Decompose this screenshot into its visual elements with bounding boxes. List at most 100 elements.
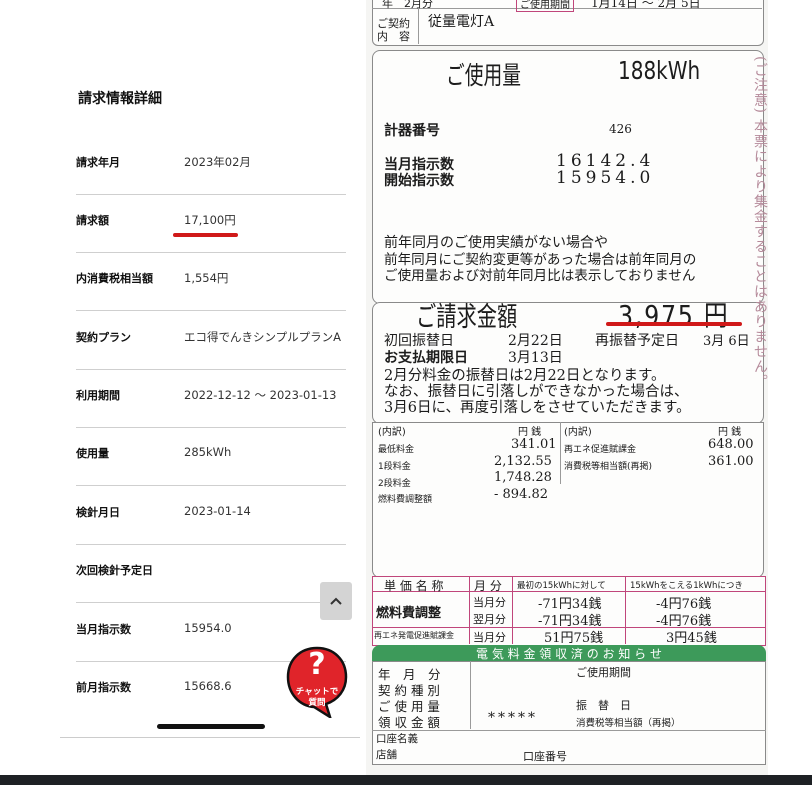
row-value: 1,554円 [184,271,229,285]
chat-question-button[interactable]: ? チャットで 質問 [286,646,348,720]
row-label: 請求額 [76,214,109,227]
divider [560,422,561,484]
row-label: 検針月日 [76,506,120,519]
row-consumption-tax: 内消費税相当額 1,554円 [76,252,346,311]
receipt-stars: ***** [488,710,538,726]
red-underline-mark [173,233,238,237]
breakdown-item-value: 648.00 [708,437,754,452]
breakdown-item-label: 燃料費調整額 [378,495,433,505]
breakdown-item-label: 消費税等相当額(再掲) [564,462,653,472]
row-value: 15954.0 [184,621,232,635]
row-meter-date: 検針月日 2023-01-14 [76,486,346,545]
row-value: エコ得でんきシンプルプランA [184,330,342,344]
row-value: 15668.6 [184,679,232,693]
breakdown-item-value: 341.01 [511,437,557,452]
account-number-label: 口座番号 [523,750,567,763]
fuel-month-next: 翌月分 [473,613,506,626]
receipt-banner-text: 電 気 料 金 領 収 済 の お 知 ら せ [476,647,662,661]
contract-label-2: 内 容 [377,30,410,43]
row-next-meter-date: 次回検針予定日 [76,544,346,603]
divider [372,730,766,731]
next-transfer-label: 再振替予定日 [595,333,679,349]
chat-question-mark: ? [308,647,326,682]
notice-line-3: 3月6日に、再度引落しをさせていただきます。 [384,400,691,416]
breakdown-item-label: 最低料金 [378,445,415,455]
billing-detail-screen: 請求情報詳細 請求年月 2023年02月 請求額 17,100円 内消費税相当額… [0,0,365,775]
divider [625,576,626,644]
receipt-transfer-label: 振 替 日 [576,699,631,712]
breakdown-label-right: (内訳) [564,427,592,438]
red-underline-mark [606,322,742,326]
renew-first: 51円75銭 [544,631,604,646]
divider [60,737,360,738]
fuel-month-current: 当月分 [473,596,506,609]
header-month: 年 2月分 [382,0,433,10]
divider [470,661,471,729]
yen-header-left: 円 銭 [518,427,542,438]
row-value: 17,100円 [184,213,236,227]
row-label: 当月指示数 [76,623,131,636]
row-value: 2023-01-14 [184,504,251,518]
usage-value: 188kWh [618,56,701,85]
receipt-tax-label: 消費税等相当額（再掲） [576,718,681,729]
breakdown-item-value: - 894.82 [494,487,549,502]
row-usage-period: 利用期間 2022-12-12 ～ 2023-01-13 [76,369,346,428]
side-caution-note: (ご注意) 本票により集金することはありません。 [752,56,768,390]
unit-header-first: 最初の15kWhに対して [517,581,606,591]
next-transfer-value: 3月 6日 [703,334,750,349]
breakdown-item-value: 2,132.55 [494,454,552,469]
breakdown-label: (内訳) [378,427,406,438]
renew-over: 3円45銭 [666,631,717,646]
meter-no-value: 426 [609,122,632,136]
breakdown-item-value: 361.00 [708,454,754,469]
meter-no-label: 計器番号 [384,123,440,139]
billing-label: ご請求金額 [416,302,518,333]
row-value: 2023年02月 [184,155,251,169]
billing-value: 3,975 円 [618,299,730,332]
yen-header-right: 円 銭 [718,427,742,438]
receipt-period-label: ご使用期間 [576,666,631,679]
chevron-up-icon [330,597,342,605]
paper-bill-scan: 年 2月分 ご使用期間 1月14日 ～ 2月 5日 ご契約 内 容 従量電灯A … [366,0,768,775]
usage-label: ご使用量 [446,61,522,90]
unit-header-name: 単 価 名 称 [384,579,444,593]
start-reading-label: 開始指示数 [384,173,454,189]
note-line-3: ご使用量および対前年同月比は表示しておりません [384,268,696,284]
breakdown-item-value: 1,748.28 [494,470,552,485]
fuel-adjust-label: 燃料費調整 [376,606,442,621]
scroll-to-top-button[interactable] [320,582,352,620]
header-period-value: 1月14日 ～ 2月 5日 [591,0,701,10]
row-billing-month: 請求年月 2023年02月 [76,136,346,195]
divider [512,576,513,644]
branch-label: 店舗 [376,749,397,761]
section-title: 請求情報詳細 [78,91,162,107]
row-label: 次回検針予定日 [76,564,153,577]
divider [418,8,419,44]
row-label: 契約プラン [76,331,131,344]
contract-value: 従量電灯A [428,14,495,30]
unit-header-over: 15kWhをこえる1kWhにつき [630,581,743,591]
receipt-row-label: 領 収 金 額 [378,715,440,730]
row-value: 2022-12-12 ～ 2023-01-13 [184,388,337,402]
divider [469,576,470,644]
row-value: 285kWh [184,445,232,459]
home-indicator [157,724,265,729]
bottom-dark-bar [0,775,812,785]
header-period-label: ご使用期間 [516,0,574,12]
row-label: 利用期間 [76,389,120,402]
chat-label-line2: 質問 [308,698,326,708]
account-name-label: 口座名義 [376,733,418,745]
renew-month: 当月分 [473,631,506,644]
row-plan: 契約プラン エコ得でんきシンプルプランA [76,311,346,370]
renew-label: 再エネ発電促進賦課金 [374,631,454,640]
row-billing-amount: 請求額 17,100円 [76,194,346,253]
breakdown-item-label: 再エネ促進賦課金 [564,445,637,455]
row-label: 前月指示数 [76,681,131,694]
row-label: 内消費税相当額 [76,272,153,285]
start-reading-value: 15954.0 [556,168,655,188]
row-label: 使用量 [76,447,109,460]
unit-header-month: 月 分 [474,579,502,593]
row-usage-amount: 使用量 285kWh [76,427,346,486]
breakdown-item-label: 1段料金 [378,462,411,472]
row-label: 請求年月 [76,156,120,169]
